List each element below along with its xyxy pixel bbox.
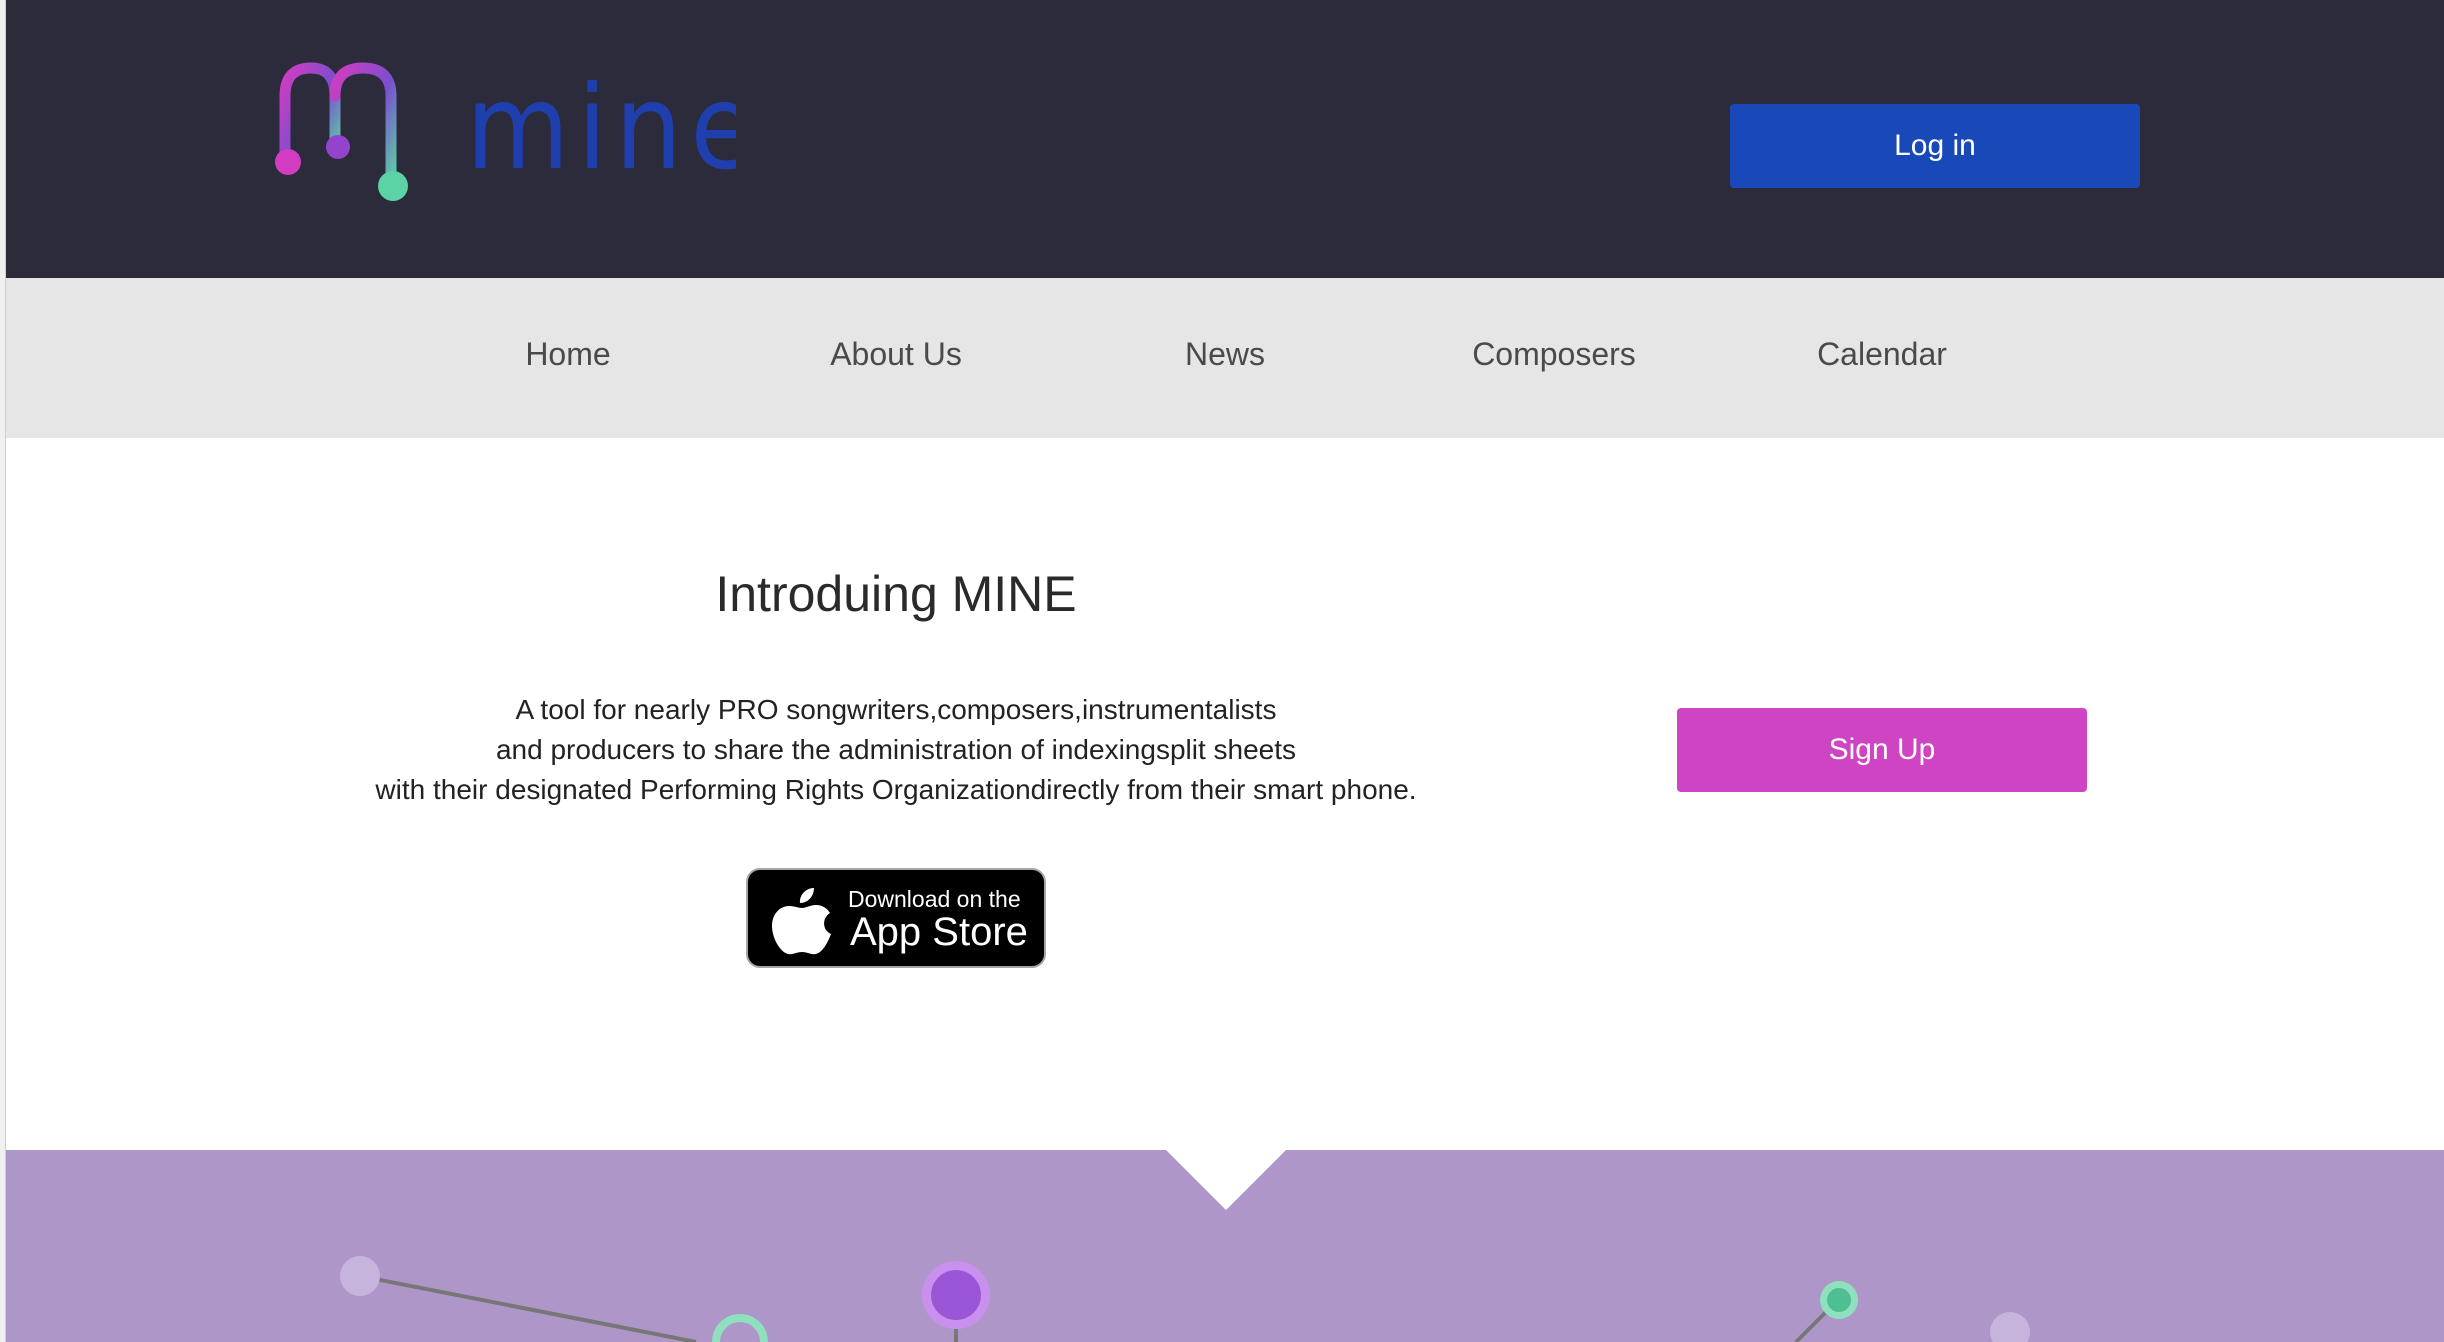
intro-line: with their designated Performing Rights … [375,774,1417,805]
network-illustration [340,1150,2030,1342]
intro-line: A tool for nearly PRO songwriters,compos… [515,694,1277,725]
intro-line: and producers to share the administratio… [495,734,1297,765]
main-nav: Home About Us News Composers Calendar [6,278,2444,438]
section-pointer [1166,1150,1286,1210]
page: mine Log in Home About Us News Composers… [0,0,2444,1342]
nav-item-news[interactable]: News [1185,336,1265,373]
app-store-title: App Store [850,910,1028,954]
nav-item-calendar[interactable]: Calendar [1817,336,1947,373]
nav-item-composers[interactable]: Composers [1472,336,1636,373]
site-header: mine Log in [6,0,2444,278]
logo-wordmark: mine [466,80,736,190]
app-store-badge[interactable]: Download on the App Store [746,868,1046,968]
network-node [1827,1288,1851,1312]
network-node [712,1314,768,1342]
nav-item-about-us[interactable]: About Us [830,336,962,373]
login-button[interactable]: Log in [1730,104,2140,188]
decorative-network-band [6,1150,2444,1342]
intro-title: Introduing MINE [715,566,1077,622]
network-node [1990,1312,2030,1342]
nav-item-home[interactable]: Home [525,336,610,373]
intro-description: A tool for nearly PRO songwriters,compos… [346,690,1446,810]
logo[interactable]: mine [271,62,736,212]
music-note-m-logo-icon [275,62,408,201]
signup-button[interactable]: Sign Up [1677,708,2087,792]
network-node [931,1270,981,1320]
apple-icon [772,888,831,955]
app-store-caption: Download on the [848,886,1021,912]
network-node [340,1256,380,1296]
svg-text:mine: mine [466,80,736,190]
